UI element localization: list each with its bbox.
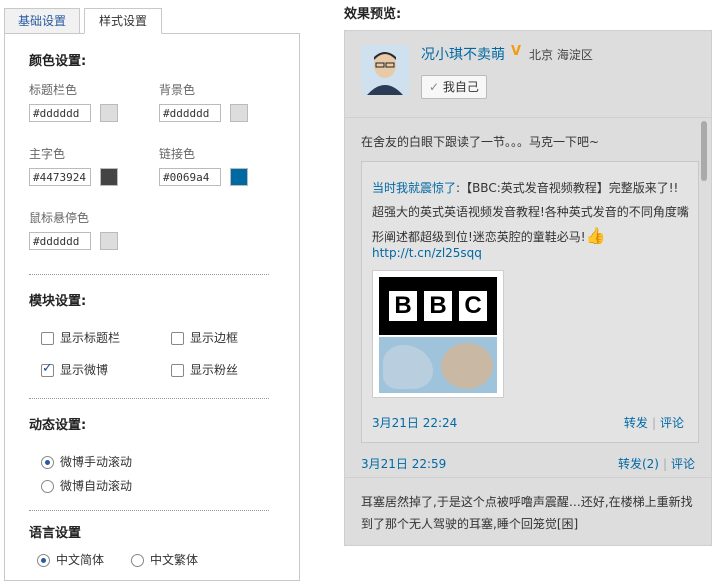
video-frames-image	[379, 337, 497, 393]
video-thumbnail[interactable]: B B C	[372, 270, 504, 398]
thumbs-up-icon: 👍	[585, 226, 606, 245]
show-fans-checkbox[interactable]	[171, 364, 184, 377]
show-weibo-label: 显示微博	[60, 363, 109, 377]
bbc-logo: B B C	[379, 277, 497, 335]
link-color-label: 链接色	[159, 147, 196, 161]
simplified-chinese-label: 中文简体	[56, 553, 105, 567]
tab-style-settings[interactable]: 样式设置	[84, 8, 162, 34]
user-location: 北京 海淀区	[529, 48, 593, 62]
auto-scroll-option[interactable]: 微博自动滚动	[41, 478, 132, 494]
color-settings-title: 颜色设置:	[29, 54, 87, 69]
quoted-post-actions: 转发 | 评论	[624, 414, 684, 431]
comment-link[interactable]: 评论	[671, 457, 695, 471]
scrollbar[interactable]	[701, 121, 707, 541]
verified-v-icon: V	[511, 44, 522, 59]
dynamic-settings-title: 动态设置:	[29, 418, 87, 433]
link-color-input[interactable]: #0069a4	[159, 168, 221, 186]
manual-scroll-radio[interactable]	[41, 456, 54, 469]
title-bar-color-label: 标题栏色	[29, 83, 78, 97]
hover-color-swatch[interactable]	[100, 232, 118, 250]
language-settings-title: 语言设置	[29, 526, 82, 541]
user-name-link[interactable]: 况小琪不卖萌	[421, 44, 505, 64]
auto-scroll-label: 微博自动滚动	[60, 479, 133, 493]
traditional-chinese-radio[interactable]	[131, 554, 144, 567]
show-weibo-checkbox[interactable]	[41, 361, 54, 377]
background-color-swatch[interactable]	[230, 104, 248, 122]
link-color-swatch[interactable]	[230, 168, 248, 186]
quoted-post-text: 当时我就震惊了:【BBC:英式发音视频教程】完整版来了!!超强大的英式英语视频发…	[372, 176, 690, 249]
manual-scroll-option[interactable]: 微博手动滚动	[41, 454, 132, 470]
separator: |	[662, 457, 667, 471]
avatar[interactable]	[361, 45, 409, 95]
title-bar-color-swatch[interactable]	[100, 104, 118, 122]
show-weibo-option[interactable]: 显示微博	[41, 361, 109, 378]
traditional-chinese-option[interactable]: 中文繁体	[131, 552, 198, 568]
post-actions: 转发(2) | 评论	[618, 455, 695, 472]
divider	[345, 477, 711, 478]
scrollbar-thumb[interactable]	[701, 121, 707, 181]
manual-scroll-label: 微博手动滚动	[60, 455, 133, 469]
face-profile-image	[383, 345, 433, 389]
quoted-post-date[interactable]: 3月21日 22:24	[372, 414, 457, 431]
main-text-color-input[interactable]: #4473924	[29, 168, 91, 186]
show-title-bar-checkbox[interactable]	[41, 332, 54, 345]
simplified-chinese-radio[interactable]	[37, 554, 50, 567]
main-text-color-swatch[interactable]	[100, 168, 118, 186]
quoted-comment-link[interactable]: 评论	[660, 416, 684, 430]
divider	[345, 117, 711, 118]
module-settings-title: 模块设置:	[29, 294, 87, 309]
weibo-widget-preview: 况小琪不卖萌 V 北京 海淀区 ✓ 我自己 在舍友的白眼下跟读了一节。。。马克一…	[344, 30, 712, 546]
post-date[interactable]: 3月21日 22:59	[361, 455, 446, 472]
auto-scroll-radio[interactable]	[41, 480, 54, 493]
repost-link[interactable]: 转发(2)	[618, 457, 659, 471]
background-color-label: 背景色	[159, 83, 196, 97]
quoted-repost-link[interactable]: 转发	[624, 416, 648, 430]
simplified-chinese-option[interactable]: 中文简体	[37, 552, 104, 568]
myself-button[interactable]: ✓ 我自己	[421, 75, 487, 99]
show-border-label: 显示边框	[190, 331, 239, 345]
divider	[29, 510, 269, 511]
title-bar-color-input[interactable]: #dddddd	[29, 104, 91, 122]
divider	[29, 398, 269, 399]
hover-color-input[interactable]: #dddddd	[29, 232, 91, 250]
preview-title: 效果预览:	[344, 7, 402, 22]
bbc-letter: B	[424, 291, 452, 321]
show-border-checkbox[interactable]	[171, 332, 184, 345]
separator: |	[651, 416, 656, 430]
tab-basic-settings[interactable]: 基础设置	[4, 8, 80, 34]
style-settings-panel: 颜色设置: 标题栏色 #dddddd 背景色 #dddddd 主字色 #4473…	[4, 33, 300, 581]
divider	[29, 274, 269, 275]
quoted-post: 当时我就震惊了:【BBC:英式发音视频教程】完整版来了!!超强大的英式英语视频发…	[361, 161, 699, 443]
traditional-chinese-label: 中文繁体	[150, 553, 199, 567]
hover-color-label: 鼠标悬停色	[29, 211, 90, 225]
second-post-text: 耳塞居然掉了,于是这个点被呼噜声震醒…还好,在楼梯上重新找到了那个无人驾驶的耳塞…	[361, 495, 693, 531]
short-link[interactable]: http://t.cn/zl25sqq	[372, 246, 482, 260]
main-text-color-label: 主字色	[29, 147, 66, 161]
bbc-letter: B	[389, 291, 417, 321]
show-title-bar-label: 显示标题栏	[60, 331, 121, 345]
show-title-bar-option[interactable]: 显示标题栏	[41, 330, 120, 346]
show-border-option[interactable]: 显示边框	[171, 330, 238, 346]
show-fans-label: 显示粉丝	[190, 363, 239, 377]
myself-button-label: 我自己	[442, 80, 479, 94]
quoted-author-link[interactable]: 当时我就震惊了	[372, 181, 456, 195]
post-text: 在舍友的白眼下跟读了一节。。。马克一下吧~	[361, 135, 600, 149]
check-icon: ✓	[429, 80, 443, 94]
bbc-letter: C	[459, 291, 487, 321]
face-front-image	[441, 343, 493, 389]
show-fans-option[interactable]: 显示粉丝	[171, 362, 238, 378]
background-color-input[interactable]: #dddddd	[159, 104, 221, 122]
